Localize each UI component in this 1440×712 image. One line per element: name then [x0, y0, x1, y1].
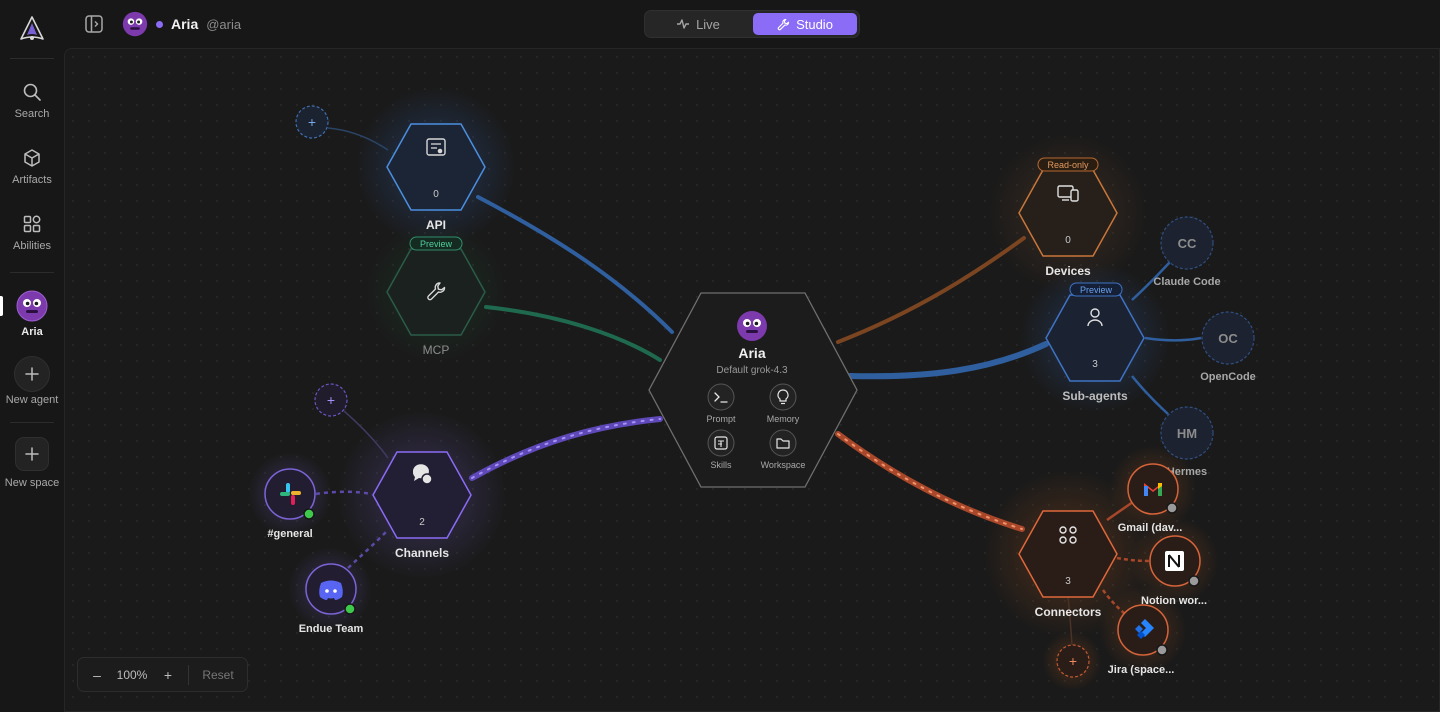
prompt-button[interactable]: [707, 383, 735, 411]
workspace-button[interactable]: [769, 429, 797, 457]
connector-gmail[interactable]: [1127, 463, 1179, 515]
mcp-label: MCP: [423, 343, 450, 357]
connectors-label: Connectors: [1035, 605, 1102, 619]
skills-button[interactable]: [707, 429, 735, 457]
mcp-edge: [484, 305, 662, 362]
devices-badge-text: Read-only: [1047, 160, 1089, 170]
add-api-button[interactable]: +: [295, 105, 329, 139]
plus-icon: +: [308, 114, 316, 130]
mcp-badge-text: Preview: [420, 239, 453, 249]
api-label: API: [426, 218, 446, 232]
jira-label: Jira (space...: [1108, 664, 1175, 676]
notion-label: Notion wor...: [1141, 595, 1207, 607]
plus-icon: +: [327, 392, 335, 408]
connector-notion[interactable]: [1149, 535, 1201, 587]
gmail-label: Gmail (dav...: [1118, 522, 1183, 534]
zoom-out-button[interactable]: –: [78, 667, 116, 683]
memory-label: Memory: [767, 414, 800, 424]
channel-general[interactable]: [264, 468, 316, 520]
subagent-claude-code[interactable]: CC: [1160, 216, 1214, 270]
subagent-opencode[interactable]: OC: [1201, 311, 1255, 365]
connectors-count: 3: [1065, 576, 1071, 587]
channels-label: Channels: [395, 546, 449, 560]
opencode-label: OpenCode: [1200, 371, 1256, 383]
claude-code-initials: CC: [1178, 236, 1197, 251]
prompt-label: Prompt: [706, 414, 736, 424]
subagents-badge-text: Preview: [1080, 285, 1113, 295]
center-agent-name: Aria: [738, 345, 765, 361]
memory-button[interactable]: [769, 383, 797, 411]
zoom-level: 100%: [116, 667, 148, 682]
aria-avatar-icon: [737, 311, 767, 341]
channels-count: 2: [419, 517, 425, 528]
subagent-hermes[interactable]: HM: [1160, 406, 1214, 460]
center-agent-model[interactable]: Default grok-4.3: [716, 365, 788, 376]
connector-jira[interactable]: [1117, 604, 1169, 656]
add-channel-button[interactable]: +: [314, 383, 348, 417]
reset-zoom-button[interactable]: Reset: [189, 668, 247, 682]
api-edge: [476, 195, 674, 334]
hermes-initials: HM: [1177, 426, 1197, 441]
plus-icon: +: [1069, 653, 1077, 669]
subagents-label: Sub-agents: [1062, 389, 1128, 403]
devices-edge: [836, 236, 1026, 344]
mcp-preview-badge: Preview: [409, 236, 463, 251]
devices-label: Devices: [1045, 264, 1091, 278]
zoom-controls: – 100% + Reset: [77, 657, 248, 692]
subagents-edge: [847, 341, 1049, 380]
devices-readonly-badge: Read-only: [1037, 157, 1099, 172]
workspace-label: Workspace: [761, 460, 806, 470]
zoom-in-button[interactable]: +: [148, 667, 188, 683]
discord-icon: [319, 580, 343, 600]
api-count: 0: [433, 189, 439, 200]
add-connector-button[interactable]: +: [1056, 644, 1090, 678]
subagents-preview-badge: Preview: [1069, 282, 1123, 297]
notion-icon: [1165, 551, 1184, 571]
devices-count: 0: [1065, 235, 1071, 246]
center-agent-node[interactable]: [648, 292, 858, 488]
channel-endue-team[interactable]: [305, 563, 357, 615]
channel-endue-team-label: Endue Team: [299, 623, 364, 635]
channel-general-label: #general: [267, 528, 312, 540]
subagents-count: 3: [1092, 359, 1098, 370]
agent-graph: 0 API + Preview MCP 2 Channels + #genera…: [248, 87, 1256, 691]
claude-code-label: Claude Code: [1153, 276, 1220, 288]
opencode-initials: OC: [1218, 331, 1238, 346]
skills-label: Skills: [710, 460, 732, 470]
